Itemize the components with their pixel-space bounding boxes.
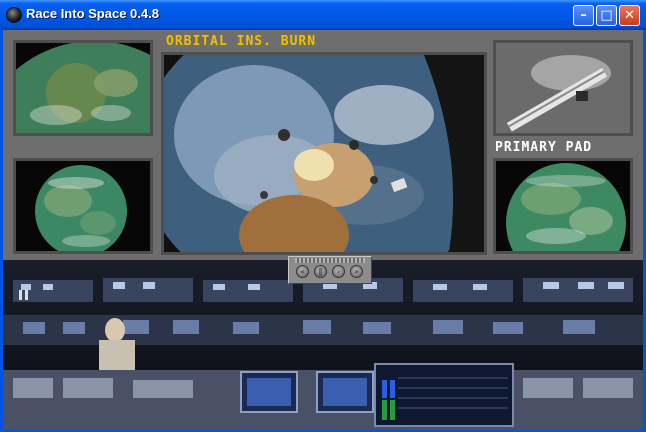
maximize-button[interactable]: □ xyxy=(596,5,617,26)
minimize-button[interactable]: – xyxy=(573,5,594,26)
controls-grip xyxy=(295,258,365,263)
mission-control-room xyxy=(3,260,643,430)
title-bar[interactable]: Race Into Space 0.4.8 – □ ✕ xyxy=(0,0,646,30)
fast-forward-icon: » xyxy=(354,267,359,276)
pause-icon: ‖ xyxy=(318,267,323,276)
main-mission-view xyxy=(161,52,487,255)
game-viewport[interactable]: ORBITAL INS. BURN PRIMARY PAD « ‖ › » xyxy=(3,30,643,430)
close-icon: ✕ xyxy=(624,8,635,23)
rewind-icon: « xyxy=(300,267,305,276)
mission-display-panel: ORBITAL INS. BURN PRIMARY PAD xyxy=(3,30,643,260)
satellite-view xyxy=(493,40,633,136)
earth-view-bottom-right xyxy=(493,158,633,254)
window-title: Race Into Space 0.4.8 xyxy=(26,6,159,21)
earth-right-image xyxy=(496,161,630,251)
pause-button[interactable]: ‖ xyxy=(314,265,327,278)
main-view-label: ORBITAL INS. BURN xyxy=(166,34,317,49)
earth-globe-image xyxy=(16,161,150,251)
play-button[interactable]: › xyxy=(332,265,345,278)
minimize-icon: – xyxy=(580,8,587,23)
earth-view-top-left xyxy=(13,40,153,136)
earth-view-bottom-left xyxy=(13,158,153,254)
playback-controls: « ‖ › » xyxy=(288,256,372,284)
close-button[interactable]: ✕ xyxy=(619,5,640,26)
app-icon[interactable] xyxy=(6,7,22,23)
satellite-image xyxy=(496,43,630,133)
fast-forward-button[interactable]: » xyxy=(350,265,363,278)
earth-image xyxy=(16,43,150,133)
maximize-icon: □ xyxy=(600,8,613,23)
orbital-burn-image xyxy=(164,55,484,252)
mission-control-image xyxy=(3,260,643,430)
play-icon: › xyxy=(336,267,341,276)
side-view-label: PRIMARY PAD xyxy=(495,140,593,155)
rewind-button[interactable]: « xyxy=(296,265,309,278)
app-window: Race Into Space 0.4.8 – □ ✕ ORBITAL INS.… xyxy=(0,0,646,432)
